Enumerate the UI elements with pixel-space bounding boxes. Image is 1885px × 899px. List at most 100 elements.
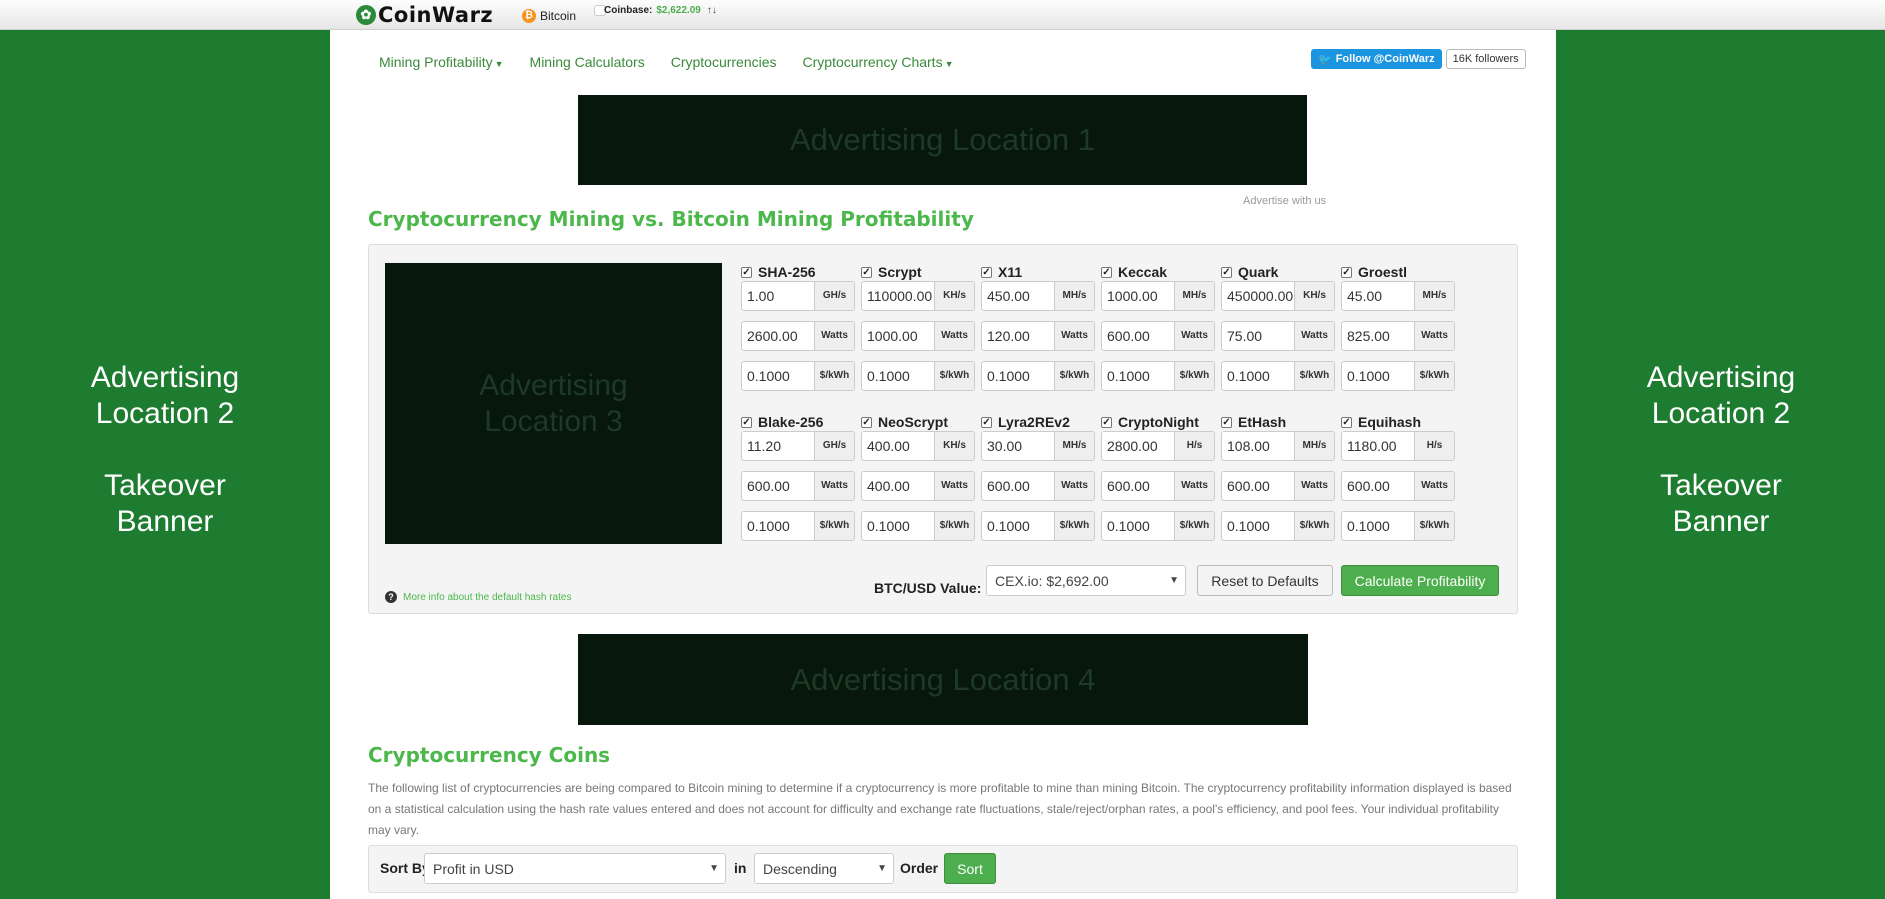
cost-input[interactable]: 0.1000 bbox=[982, 512, 1055, 540]
power-input[interactable]: 120.00 bbox=[982, 322, 1055, 350]
advertise-with-us-link[interactable]: Advertise with us bbox=[1243, 195, 1326, 207]
algo-neoscrypt: ✓ NeoScrypt 400.00 KH/s 400.00 Watts 0.1000 $/k… bbox=[861, 413, 975, 543]
algo-header: ✓ EtHash bbox=[1221, 413, 1335, 431]
hash-input-group: 11.20 GH/s bbox=[741, 431, 855, 461]
algo-checkbox[interactable]: ✓ bbox=[1341, 266, 1352, 278]
ad-location-1[interactable]: Advertising Location 1 bbox=[578, 95, 1307, 185]
cost-input[interactable]: 0.1000 bbox=[982, 362, 1055, 390]
hash-input[interactable]: 400.00 bbox=[862, 432, 935, 460]
algo-name: CryptoNight bbox=[1118, 414, 1199, 430]
coinwarz-logo[interactable]: ✿ CoinWarz bbox=[356, 3, 493, 27]
algo-checkbox[interactable]: ✓ bbox=[1101, 416, 1112, 428]
bitcoin-ticker[interactable]: ₿ Bitcoin bbox=[522, 5, 576, 26]
algo-name: Keccak bbox=[1118, 264, 1168, 280]
hash-input[interactable]: 45.00 bbox=[1342, 282, 1415, 310]
cost-input[interactable]: 0.1000 bbox=[862, 512, 935, 540]
coinbase-ticker[interactable]: Coinbase: $2,622.09 ↑↓ bbox=[594, 5, 717, 16]
nav-mining-profitability[interactable]: Mining Profitability ▼ bbox=[379, 54, 504, 70]
nav-cryptocurrency-charts[interactable]: Cryptocurrency Charts ▼ bbox=[803, 54, 954, 70]
algo-blake-256: ✓ Blake-256 11.20 GH/s 600.00 Watts 0.1000 $/kW… bbox=[741, 413, 855, 543]
takeover-banner-right[interactable]: Advertising Location 2 Takeover Banner bbox=[1556, 30, 1885, 899]
calculate-profitability-button[interactable]: Calculate Profitability bbox=[1341, 565, 1499, 596]
algo-name: Lyra2REv2 bbox=[998, 414, 1070, 430]
order-select[interactable]: Descending ▼ bbox=[754, 853, 894, 884]
twitter-follow-button[interactable]: 🐦 Follow @CoinWarz bbox=[1311, 49, 1442, 69]
sort-button[interactable]: Sort bbox=[944, 853, 996, 884]
algo-header: ✓ Keccak bbox=[1101, 263, 1215, 281]
power-input-group: 1000.00 Watts bbox=[861, 321, 975, 351]
power-input[interactable]: 75.00 bbox=[1222, 322, 1295, 350]
cost-input[interactable]: 0.1000 bbox=[1222, 362, 1295, 390]
power-input-group: 600.00 Watts bbox=[981, 471, 1095, 501]
nav-mining-calculators[interactable]: Mining Calculators bbox=[530, 54, 645, 70]
reset-defaults-button[interactable]: Reset to Defaults bbox=[1197, 565, 1333, 596]
power-input[interactable]: 600.00 bbox=[982, 472, 1055, 500]
hash-input[interactable]: 110000.00 bbox=[862, 282, 935, 310]
algo-checkbox[interactable]: ✓ bbox=[861, 416, 872, 428]
twitter-follower-count[interactable]: 16K followers bbox=[1445, 49, 1526, 69]
select-arrow-icon: ▼ bbox=[1169, 575, 1179, 586]
ad-left-line2: Location 2 bbox=[95, 397, 235, 430]
power-unit: Watts bbox=[815, 472, 854, 500]
algo-name: Scrypt bbox=[878, 264, 922, 280]
ad-right-line2: Location 2 bbox=[1651, 397, 1791, 430]
power-input[interactable]: 600.00 bbox=[1342, 472, 1415, 500]
hash-input[interactable]: 450000.00 bbox=[1222, 282, 1295, 310]
cost-input[interactable]: 0.1000 bbox=[862, 362, 935, 390]
ad-location-4[interactable]: Advertising Location 4 bbox=[578, 634, 1308, 725]
algo-header: ✓ CryptoNight bbox=[1101, 413, 1215, 431]
algo-checkbox[interactable]: ✓ bbox=[1221, 416, 1232, 428]
leaf-icon: ✿ bbox=[356, 5, 376, 25]
algo-checkbox[interactable]: ✓ bbox=[741, 416, 752, 428]
algo-checkbox[interactable]: ✓ bbox=[1101, 266, 1112, 278]
more-info-link[interactable]: ? More info about the default hash rates bbox=[385, 591, 571, 603]
cost-input[interactable]: 0.1000 bbox=[742, 512, 815, 540]
power-input[interactable]: 1000.00 bbox=[862, 322, 935, 350]
nav-cryptocurrencies[interactable]: Cryptocurrencies bbox=[671, 54, 777, 70]
hash-input[interactable]: 11.20 bbox=[742, 432, 815, 460]
power-input[interactable]: 400.00 bbox=[862, 472, 935, 500]
hash-input[interactable]: 450.00 bbox=[982, 282, 1055, 310]
cost-unit: $/kWh bbox=[935, 362, 974, 390]
hash-input[interactable]: 108.00 bbox=[1222, 432, 1295, 460]
cost-input[interactable]: 0.1000 bbox=[1342, 362, 1415, 390]
power-unit: Watts bbox=[1055, 322, 1094, 350]
hash-input-group: 110000.00 KH/s bbox=[861, 281, 975, 311]
cost-input[interactable]: 0.1000 bbox=[1342, 512, 1415, 540]
calculator-panel: Advertising Location 3 ✓ SHA-256 1.00 GH/s 2… bbox=[368, 244, 1518, 614]
algo-cryptonight: ✓ CryptoNight 2800.00 H/s 600.00 Watts 0.1000 $… bbox=[1101, 413, 1215, 543]
power-input[interactable]: 600.00 bbox=[1102, 472, 1175, 500]
algo-x11: ✓ X11 450.00 MH/s 120.00 Watts 0.1000 $/kWh bbox=[981, 263, 1095, 393]
hash-input[interactable]: 2800.00 bbox=[1102, 432, 1175, 460]
algo-groestl: ✓ Groestl 45.00 MH/s 825.00 Watts 0.1000 $/kWh bbox=[1341, 263, 1455, 393]
power-input[interactable]: 825.00 bbox=[1342, 322, 1415, 350]
power-input[interactable]: 600.00 bbox=[742, 472, 815, 500]
btc-usd-select[interactable]: CEX.io: $2,692.00 ▼ bbox=[986, 565, 1186, 596]
ad-right-line1: Advertising bbox=[1646, 361, 1796, 394]
cost-input[interactable]: 0.1000 bbox=[742, 362, 815, 390]
cost-input[interactable]: 0.1000 bbox=[1102, 512, 1175, 540]
hash-input[interactable]: 1000.00 bbox=[1102, 282, 1175, 310]
power-input[interactable]: 2600.00 bbox=[742, 322, 815, 350]
algo-name: SHA-256 bbox=[758, 264, 816, 280]
hash-input[interactable]: 30.00 bbox=[982, 432, 1055, 460]
cost-input[interactable]: 0.1000 bbox=[1222, 512, 1295, 540]
power-input[interactable]: 600.00 bbox=[1222, 472, 1295, 500]
cost-unit: $/kWh bbox=[1175, 362, 1214, 390]
hash-unit: MH/s bbox=[1415, 282, 1454, 310]
algo-checkbox[interactable]: ✓ bbox=[741, 266, 752, 278]
question-icon: ? bbox=[385, 591, 397, 603]
algo-checkbox[interactable]: ✓ bbox=[861, 266, 872, 278]
algo-checkbox[interactable]: ✓ bbox=[1221, 266, 1232, 278]
sort-by-select[interactable]: Profit in USD ▼ bbox=[424, 853, 726, 884]
takeover-banner-left[interactable]: Advertising Location 2 Takeover Banner bbox=[0, 30, 330, 899]
algo-checkbox[interactable]: ✓ bbox=[1341, 416, 1352, 428]
hash-input[interactable]: 1.00 bbox=[742, 282, 815, 310]
in-label: in bbox=[734, 860, 747, 876]
ad-location-3[interactable]: Advertising Location 3 bbox=[385, 263, 722, 544]
hash-input[interactable]: 1180.00 bbox=[1342, 432, 1415, 460]
power-input[interactable]: 600.00 bbox=[1102, 322, 1175, 350]
algo-checkbox[interactable]: ✓ bbox=[981, 266, 992, 278]
algo-checkbox[interactable]: ✓ bbox=[981, 416, 992, 428]
cost-input[interactable]: 0.1000 bbox=[1102, 362, 1175, 390]
